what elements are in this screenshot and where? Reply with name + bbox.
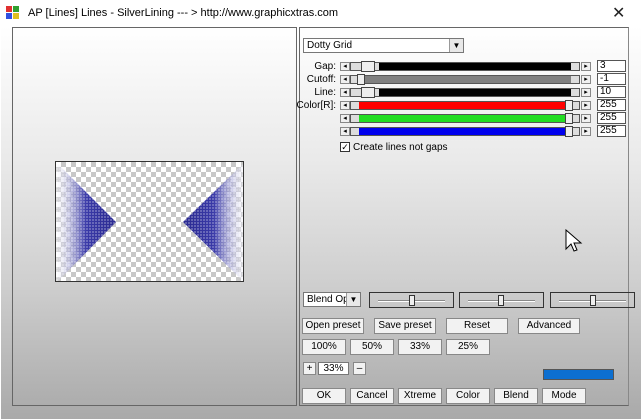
slider-label-2: Line: (314, 87, 336, 98)
zoom-50-button[interactable]: 50% (350, 339, 394, 355)
cancel-button[interactable]: Cancel (350, 388, 394, 404)
slider-track-1[interactable] (350, 74, 580, 85)
app-icon (6, 6, 20, 20)
reset-button[interactable]: Reset (446, 318, 508, 334)
slider-track-0[interactable] (350, 61, 580, 72)
create-lines-label: Create lines not gaps (353, 142, 448, 153)
style-dropdown-value: Dotty Grid (307, 40, 353, 51)
green-blend-knob[interactable] (498, 295, 504, 306)
slider-label-1: Cutoff: (306, 74, 336, 85)
red-blend-knob[interactable] (409, 295, 415, 306)
zoom-100-button[interactable]: 100% (302, 339, 346, 355)
save-preset-button[interactable]: Save preset (374, 318, 436, 334)
zoom-25-button[interactable]: 25% (446, 339, 490, 355)
zoom-in-button[interactable]: + (303, 362, 316, 375)
zoom-out-button[interactable]: – (353, 362, 366, 375)
style-dropdown[interactable]: Dotty Grid ▼ (303, 38, 464, 53)
slider-left-arrow-icon[interactable]: ◂ (340, 88, 350, 97)
slider-track-5[interactable] (350, 126, 580, 137)
slider-thumb-2[interactable] (361, 87, 375, 98)
slider-right-arrow-icon[interactable]: ▸ (581, 101, 591, 110)
preview-image[interactable] (55, 161, 244, 282)
slider-thumb-4[interactable] (565, 113, 573, 124)
xtreme-button[interactable]: Xtreme (398, 388, 442, 404)
slider-value-2[interactable]: 10 (597, 86, 626, 98)
blue-blend-slider[interactable] (550, 292, 635, 308)
slider-right-arrow-icon[interactable]: ▸ (581, 75, 591, 84)
zoom-33-button[interactable]: 33% (398, 339, 442, 355)
blend-options-dropdown[interactable]: Blend Optio ▼ (303, 292, 361, 307)
slider-thumb-3[interactable] (565, 100, 573, 111)
slider-left-arrow-icon[interactable]: ◂ (340, 127, 350, 136)
slider-track-2[interactable] (350, 87, 580, 98)
slider-left-arrow-icon[interactable]: ◂ (340, 62, 350, 71)
slider-right-arrow-icon[interactable]: ▸ (581, 88, 591, 97)
zoom-value: 33% (318, 362, 349, 375)
green-blend-slider[interactable] (459, 292, 544, 308)
mode-button[interactable]: Mode (542, 388, 586, 404)
create-lines-checkbox[interactable]: ✓ (340, 142, 350, 152)
color-swatch[interactable] (543, 369, 614, 380)
slider-value-4[interactable]: 255 (597, 112, 626, 124)
slider-left-arrow-icon[interactable]: ◂ (340, 114, 350, 123)
open-preset-button[interactable]: Open preset (302, 318, 364, 334)
mouse-cursor-icon (565, 229, 583, 252)
title-bar: AP [Lines] Lines - SilverLining --- > ht… (0, 0, 641, 26)
slider-value-3[interactable]: 255 (597, 99, 626, 111)
slider-track-3[interactable] (350, 100, 580, 111)
slider-left-arrow-icon[interactable]: ◂ (340, 101, 350, 110)
chevron-down-icon[interactable]: ▼ (346, 293, 360, 306)
slider-thumb-5[interactable] (565, 126, 573, 137)
slider-label-3: Color[R]: (296, 100, 336, 111)
slider-left-arrow-icon[interactable]: ◂ (340, 75, 350, 84)
color-button[interactable]: Color (446, 388, 490, 404)
blue-blend-knob[interactable] (590, 295, 596, 306)
slider-thumb-0[interactable] (361, 61, 375, 72)
preview-graphic (56, 162, 243, 281)
slider-value-5[interactable]: 255 (597, 125, 626, 137)
slider-value-0[interactable]: 3 (597, 60, 626, 72)
slider-thumb-1[interactable] (357, 74, 365, 85)
advanced-button[interactable]: Advanced (518, 318, 580, 334)
slider-track-4[interactable] (350, 113, 580, 124)
slider-label-0: Gap: (314, 61, 336, 72)
blend-button[interactable]: Blend (494, 388, 538, 404)
red-blend-slider[interactable] (369, 292, 454, 308)
slider-right-arrow-icon[interactable]: ▸ (581, 62, 591, 71)
slider-right-arrow-icon[interactable]: ▸ (581, 114, 591, 123)
slider-right-arrow-icon[interactable]: ▸ (581, 127, 591, 136)
slider-value-1[interactable]: -1 (597, 73, 626, 85)
window-title: AP [Lines] Lines - SilverLining --- > ht… (28, 7, 339, 19)
ok-button[interactable]: OK (302, 388, 346, 404)
close-icon[interactable]: ✕ (612, 3, 625, 23)
chevron-down-icon[interactable]: ▼ (449, 39, 463, 52)
